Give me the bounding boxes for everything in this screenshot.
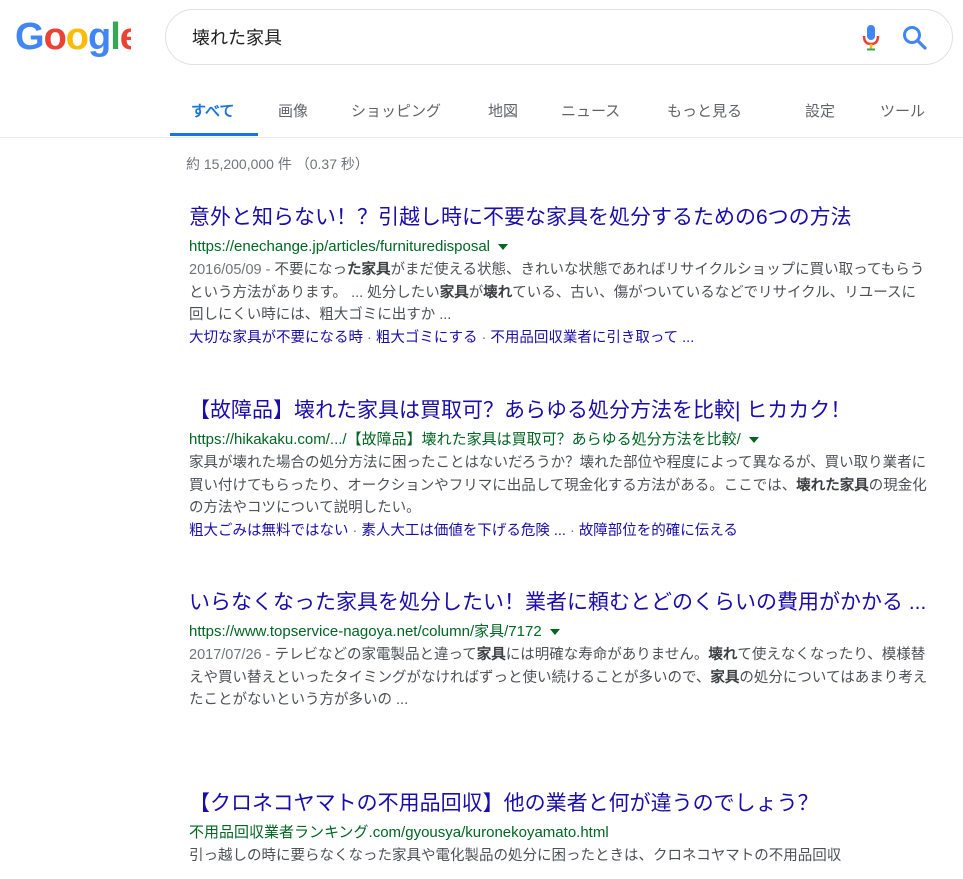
search-result: 【故障品】壊れた家具は買取可？あらゆる処分方法を比較| ヒカカク！ https:… xyxy=(189,393,929,543)
result-sitelinks: 粗大ごみは無料ではない · 素人大工は価値を下げる危険 ... · 故障部位を的確に伝え… xyxy=(189,522,738,539)
search-box[interactable]: 壊れた家具 xyxy=(165,9,953,65)
result-title-link[interactable]: 意外と知らない！？引越し時に不要な家具を処分するための6つの方法 xyxy=(189,200,929,236)
result-snippet: 2017/07/26 - テレビなどの家電製品と違って家具には明確な寿命がありま… xyxy=(189,647,928,708)
result-title-link[interactable]: いらなくなった家具を処分したい！業者に頼むとどのくらいの費用がかかる ... xyxy=(189,585,929,621)
result-snippet: 家具が壊れた場合の処分方法に困ったことはないだろうか？壊れた部位や程度によって異… xyxy=(189,455,927,516)
result-title-link[interactable]: 【故障品】壊れた家具は買取可？あらゆる処分方法を比較| ヒカカク！ xyxy=(189,393,929,429)
result-sitelinks: 大切な家具が不要になる時 · 粗大ゴミにする · 不用品回収業者に引き取って ... xyxy=(189,329,695,346)
search-icon[interactable] xyxy=(902,25,928,51)
sitelink[interactable]: 不用品回収業者に引き取って ... xyxy=(490,330,694,346)
search-input[interactable]: 壊れた家具 xyxy=(192,24,282,50)
result-url[interactable]: https://hikakaku.com/.../【故障品】壊れた家具は買取可？… xyxy=(189,429,929,451)
google-logo[interactable]: Google xyxy=(15,16,131,58)
sitelink[interactable]: 大切な家具が不要になる時 xyxy=(189,330,363,346)
tab-all[interactable]: すべて xyxy=(191,100,234,121)
active-tab-indicator xyxy=(170,133,258,136)
sitelink[interactable]: 粗大ごみは無料ではない xyxy=(189,523,349,539)
tab-more[interactable]: もっと見る xyxy=(667,100,742,121)
result-snippet: 引っ越しの時に要らなくなった家具や電化製品の処分に困ったときは、クロネコヤマトの… xyxy=(189,848,842,864)
dropdown-arrow-icon[interactable] xyxy=(748,437,759,444)
search-result: いらなくなった家具を処分したい！業者に頼むとどのくらいの費用がかかる ... h… xyxy=(189,585,929,712)
dropdown-arrow-icon[interactable] xyxy=(498,244,509,251)
tab-images[interactable]: 画像 xyxy=(278,100,308,121)
dropdown-arrow-icon[interactable] xyxy=(549,629,560,636)
result-url[interactable]: https://www.topservice-nagoya.net/column… xyxy=(189,621,929,643)
microphone-icon[interactable] xyxy=(862,24,880,52)
svg-text:Google: Google xyxy=(15,16,131,58)
sitelink[interactable]: 素人大工は価値を下げる危険 ... xyxy=(361,523,566,539)
result-stats: 約 15,200,000 件 （0.37 秒） xyxy=(186,156,369,172)
tab-tools[interactable]: ツール xyxy=(880,100,925,121)
tab-maps[interactable]: 地図 xyxy=(488,100,518,121)
tab-settings[interactable]: 設定 xyxy=(805,100,835,121)
tab-news[interactable]: ニュース xyxy=(561,100,620,121)
search-result: 【クロネコヤマトの不用品回収】他の業者と何が違うのでしょう？ 不用品回収業者ラン… xyxy=(189,786,929,868)
sitelink[interactable]: 故障部位を的確に伝える xyxy=(579,523,738,539)
result-title-link[interactable]: 【クロネコヤマトの不用品回収】他の業者と何が違うのでしょう？ xyxy=(189,786,929,822)
result-url[interactable]: 不用品回収業者ランキング.com/gyousya/kuronekoyamato.… xyxy=(189,822,929,844)
search-tabs: すべて 画像 ショッピング 地図 ニュース もっと見る 設定 ツール xyxy=(0,86,963,138)
search-result: 意外と知らない！？引越し時に不要な家具を処分するための6つの方法 https:/… xyxy=(189,200,929,350)
tab-shopping[interactable]: ショッピング xyxy=(351,100,441,121)
sitelink[interactable]: 粗大ゴミにする xyxy=(376,330,478,346)
result-url[interactable]: https://enechange.jp/articles/furnitured… xyxy=(189,236,929,258)
result-snippet: 2016/05/09 - 不要になった家具がまだ使える状態、きれいな状態であれば… xyxy=(189,262,925,323)
